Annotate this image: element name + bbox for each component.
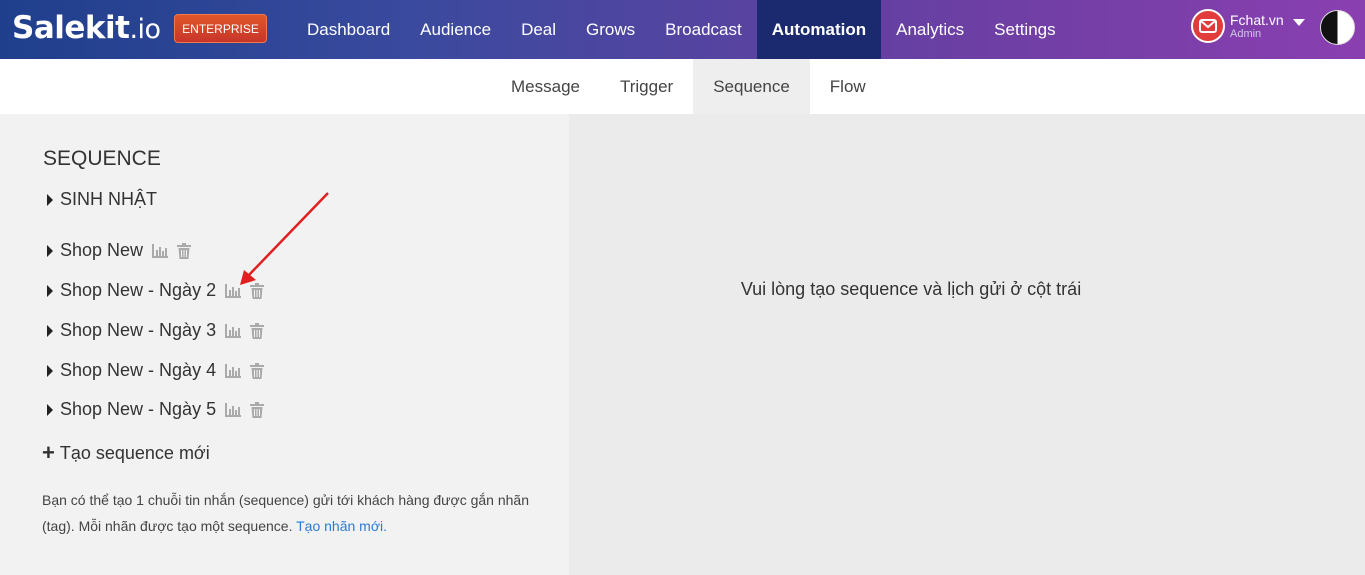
sequence-item: Shop New - Ngày 4 bbox=[47, 360, 265, 381]
sequence-item-label[interactable]: Shop New - Ngày 4 bbox=[60, 360, 216, 381]
user-name: Fchat.vn bbox=[1230, 12, 1284, 28]
bar-chart-icon[interactable] bbox=[225, 323, 242, 338]
nav-analytics[interactable]: Analytics bbox=[881, 0, 979, 59]
create-sequence-button[interactable]: + Tạo sequence mới bbox=[42, 442, 210, 464]
caret-right-icon bbox=[47, 193, 53, 206]
nav-settings[interactable]: Settings bbox=[979, 0, 1070, 59]
sequence-heading: SEQUENCE bbox=[43, 147, 161, 170]
bar-chart-icon[interactable] bbox=[152, 243, 169, 258]
sub-navbar: Message Trigger Sequence Flow bbox=[0, 59, 1365, 114]
create-sequence-label: Tạo sequence mới bbox=[59, 442, 210, 463]
trash-icon[interactable] bbox=[250, 401, 265, 418]
group-label: SINH NHẬT bbox=[60, 189, 158, 209]
sequence-group-sinh-nhat[interactable]: SINH NHẬT bbox=[47, 189, 157, 210]
sequence-item-label[interactable]: Shop New - Ngày 3 bbox=[60, 320, 216, 341]
tab-message[interactable]: Message bbox=[491, 59, 600, 114]
help-text: Bạn có thể tạo 1 chuỗi tin nhắn (sequenc… bbox=[42, 492, 529, 534]
nav-audience[interactable]: Audience bbox=[405, 0, 506, 59]
mail-icon bbox=[1191, 9, 1225, 43]
tab-trigger[interactable]: Trigger bbox=[600, 59, 693, 114]
bar-chart-icon[interactable] bbox=[225, 283, 242, 298]
caret-right-icon[interactable] bbox=[47, 364, 53, 377]
create-tag-link[interactable]: Tạo nhãn mới. bbox=[296, 518, 387, 534]
nav-deal[interactable]: Deal bbox=[506, 0, 571, 59]
caret-right-icon[interactable] bbox=[47, 284, 53, 297]
caret-right-icon[interactable] bbox=[47, 324, 53, 337]
sequence-item: Shop New - Ngày 2 bbox=[47, 280, 265, 301]
caret-right-icon[interactable] bbox=[47, 403, 53, 416]
avatar[interactable] bbox=[1320, 10, 1355, 45]
sequence-sidebar: SEQUENCE SINH NHẬT Shop New Shop New - N… bbox=[0, 114, 569, 575]
sequence-item: Shop New - Ngày 5 bbox=[47, 399, 265, 420]
trash-icon[interactable] bbox=[250, 322, 265, 339]
sequence-item-label[interactable]: Shop New - Ngày 2 bbox=[60, 280, 216, 301]
empty-state-message: Vui lòng tạo sequence và lịch gửi ở cột … bbox=[740, 279, 1082, 299]
caret-right-icon[interactable] bbox=[47, 244, 53, 257]
nav-dashboard[interactable]: Dashboard bbox=[292, 0, 405, 59]
nav-automation[interactable]: Automation bbox=[756, 0, 882, 59]
user-role: Admin bbox=[1230, 28, 1262, 40]
tab-flow[interactable]: Flow bbox=[810, 59, 886, 114]
tab-sequence[interactable]: Sequence bbox=[693, 59, 810, 114]
trash-icon[interactable] bbox=[250, 282, 265, 299]
plus-icon: + bbox=[42, 440, 55, 465]
nav-broadcast[interactable]: Broadcast bbox=[650, 0, 757, 59]
sequence-item: Shop New - Ngày 3 bbox=[47, 320, 265, 341]
salekit-logo[interactable]: Salekit.io bbox=[12, 10, 161, 46]
bar-chart-icon[interactable] bbox=[225, 363, 242, 378]
sequence-item-label[interactable]: Shop New bbox=[60, 240, 143, 261]
sequence-detail-panel: Vui lòng tạo sequence và lịch gửi ở cột … bbox=[569, 114, 1365, 575]
sequence-item: Shop New bbox=[47, 240, 192, 261]
user-menu[interactable]: Fchat.vn Admin bbox=[1191, 9, 1305, 49]
trash-icon[interactable] bbox=[250, 362, 265, 379]
sequence-item-label[interactable]: Shop New - Ngày 5 bbox=[60, 399, 216, 420]
main-nav: Dashboard Audience Deal Grows Broadcast … bbox=[292, 0, 1071, 59]
enterprise-badge: ENTERPRISE bbox=[174, 14, 267, 43]
bar-chart-icon[interactable] bbox=[225, 402, 242, 417]
nav-grows[interactable]: Grows bbox=[571, 0, 650, 59]
chevron-down-icon[interactable] bbox=[1293, 19, 1305, 26]
top-navbar: Salekit.io ENTERPRISE Dashboard Audience… bbox=[0, 0, 1365, 59]
trash-icon[interactable] bbox=[177, 242, 192, 259]
